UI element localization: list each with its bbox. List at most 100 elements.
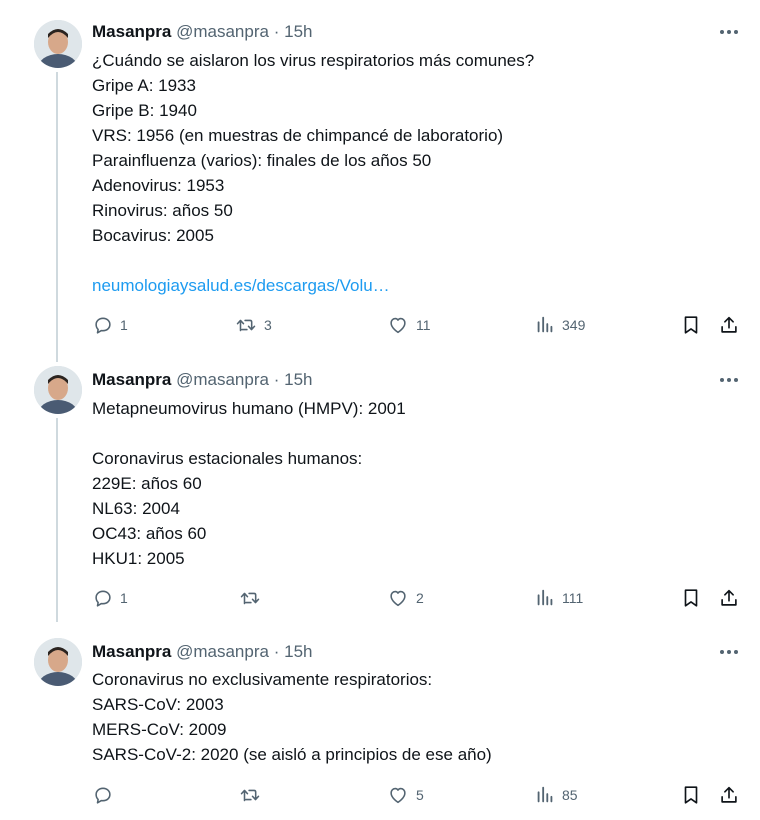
tweet-text: Coronavirus no exclusivamente respirator… — [92, 667, 492, 767]
tweet-line: NL63: 2004 — [92, 499, 180, 518]
tweet-line: Metapneumovirus humano (HMPV): 2001 — [92, 399, 406, 418]
tweet[interactable]: Masanpra @masanpra · 15h ¿Cuándo se aisl… — [0, 0, 760, 362]
more-button[interactable] — [716, 368, 742, 392]
tweet-line: VRS: 1956 (en muestras de chimpancé de l… — [92, 126, 504, 145]
tweet-line: ¿Cuándo se aislaron los virus respirator… — [92, 51, 535, 70]
retweet-icon — [236, 319, 256, 332]
more-button[interactable] — [716, 20, 742, 44]
timestamp[interactable]: 15h — [284, 642, 312, 661]
tweet-line: Adenovirus: 1953 — [92, 176, 225, 195]
retweet-icon — [240, 592, 260, 605]
like-count: 5 — [416, 787, 424, 803]
more-icon — [720, 650, 738, 654]
bookmark-button[interactable] — [680, 312, 702, 338]
tweet-line: Gripe A: 1933 — [92, 76, 196, 95]
tweet-line: Gripe B: 1940 — [92, 101, 197, 120]
views-button[interactable]: 85 — [534, 782, 578, 808]
views-count: 85 — [562, 787, 578, 803]
share-icon — [721, 589, 737, 606]
retweet-button[interactable] — [238, 585, 268, 611]
like-icon — [390, 787, 406, 804]
reply-icon — [95, 590, 111, 607]
tweet-line: MERS-CoV: 2009 — [92, 720, 227, 739]
avatar[interactable] — [34, 20, 82, 68]
thread-line — [56, 418, 58, 622]
more-button[interactable] — [716, 640, 742, 664]
timestamp[interactable]: 15h — [284, 22, 312, 41]
bookmark-button[interactable] — [680, 585, 702, 611]
views-count: 349 — [562, 317, 586, 333]
share-icon — [721, 316, 737, 333]
like-button[interactable]: 11 — [386, 312, 431, 338]
avatar[interactable] — [34, 638, 82, 686]
tweet-line: Parainfluenza (varios): finales de los a… — [92, 151, 432, 170]
views-icon — [537, 316, 553, 333]
tweet-line — [92, 421, 406, 446]
tweet-line: OC43: años 60 — [92, 524, 207, 543]
tweet-header: Masanpra @masanpra · 15h — [92, 640, 312, 664]
tweet-link[interactable]: neumologiaysalud.es/descargas/Volu… — [92, 273, 534, 298]
views-button[interactable]: 349 — [534, 312, 585, 338]
like-count: 2 — [416, 590, 424, 606]
share-button[interactable] — [718, 585, 740, 611]
bookmark-icon — [684, 786, 698, 804]
reply-button[interactable]: 1 — [92, 585, 128, 611]
more-icon — [720, 378, 738, 382]
reply-count: 1 — [120, 317, 128, 333]
share-icon — [721, 786, 737, 803]
retweet-button[interactable]: 3 — [234, 312, 272, 338]
tweet-line: HKU1: 2005 — [92, 549, 185, 568]
like-icon — [390, 317, 406, 334]
views-count: 111 — [562, 590, 584, 606]
separator-dot: · — [273, 370, 280, 389]
separator-dot: · — [273, 642, 280, 661]
bookmark-icon — [684, 316, 698, 334]
reply-count: 1 — [120, 590, 128, 606]
author-name[interactable]: Masanpra — [92, 642, 171, 661]
retweet-icon — [240, 789, 260, 802]
separator-dot: · — [273, 22, 280, 41]
tweet-line: 229E: años 60 — [92, 474, 202, 493]
timestamp[interactable]: 15h — [284, 370, 312, 389]
author-name[interactable]: Masanpra — [92, 370, 171, 389]
tweet-line: SARS-CoV: 2003 — [92, 695, 224, 714]
tweet-line: Coronavirus estacionales humanos: — [92, 449, 363, 468]
tweet-header: Masanpra @masanpra · 15h — [92, 368, 312, 392]
author-handle[interactable]: @masanpra — [176, 22, 269, 41]
reply-icon — [95, 787, 111, 804]
like-button[interactable]: 2 — [386, 585, 424, 611]
like-icon — [390, 590, 406, 607]
reply-button[interactable] — [92, 782, 120, 808]
share-button[interactable] — [718, 312, 740, 338]
share-button[interactable] — [718, 782, 740, 808]
tweet-header: Masanpra @masanpra · 15h — [92, 20, 312, 44]
tweet-text: ¿Cuándo se aislaron los virus respirator… — [92, 48, 534, 298]
views-icon — [537, 589, 553, 606]
tweet[interactable]: Masanpra @masanpra · 15h Coronavirus no … — [0, 622, 760, 820]
tweet-line — [92, 248, 534, 273]
views-button[interactable]: 111 — [534, 585, 583, 611]
like-button[interactable]: 5 — [386, 782, 424, 808]
more-icon — [720, 30, 738, 34]
action-bar: 1 2 111 — [92, 585, 752, 611]
tweet-text: Metapneumovirus humano (HMPV): 2001 Coro… — [92, 396, 406, 571]
reply-button[interactable]: 1 — [92, 312, 128, 338]
tweet-line: Rinovirus: años 50 — [92, 201, 233, 220]
author-name[interactable]: Masanpra — [92, 22, 171, 41]
like-count: 11 — [416, 317, 431, 333]
author-handle[interactable]: @masanpra — [176, 642, 269, 661]
action-bar: 5 85 — [92, 782, 752, 808]
thread-line — [56, 72, 58, 362]
action-bar: 1 3 11 349 — [92, 312, 752, 338]
tweet-line: Bocavirus: 2005 — [92, 226, 214, 245]
tweet[interactable]: Masanpra @masanpra · 15h Metapneumovirus… — [0, 350, 760, 622]
bookmark-icon — [684, 589, 698, 607]
avatar[interactable] — [34, 366, 82, 414]
views-icon — [537, 786, 553, 803]
retweet-button[interactable] — [238, 782, 268, 808]
reply-icon — [95, 317, 111, 334]
bookmark-button[interactable] — [680, 782, 702, 808]
author-handle[interactable]: @masanpra — [176, 370, 269, 389]
retweet-count: 3 — [264, 317, 272, 333]
tweet-line: SARS-CoV-2: 2020 (se aisló a principios … — [92, 745, 492, 764]
